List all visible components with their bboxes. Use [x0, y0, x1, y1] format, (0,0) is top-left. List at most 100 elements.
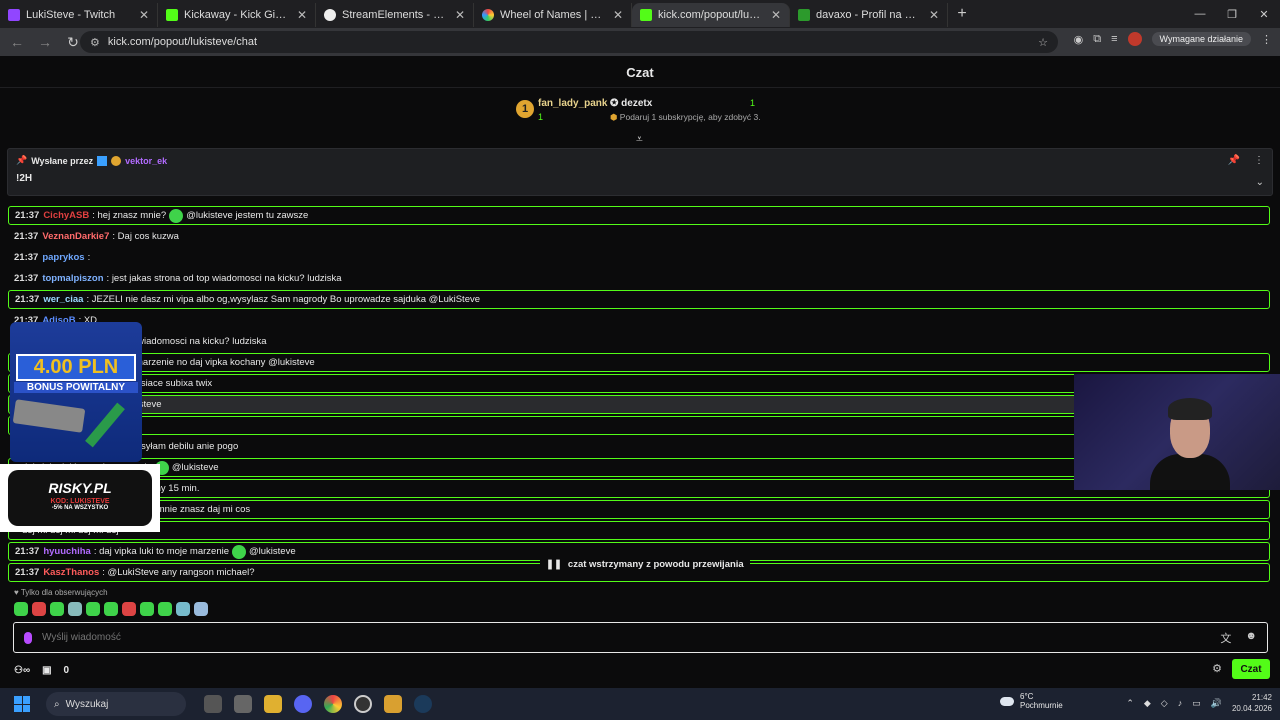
forward-icon[interactable]: →	[36, 34, 54, 50]
gift-box-icon[interactable]: ▣	[42, 665, 51, 676]
tray-app-icon[interactable]: ◆	[1144, 698, 1151, 709]
settings-gear-icon[interactable]: ⚙	[1212, 662, 1222, 675]
chat-message[interactable]: 21:37 AdisoB: XD	[8, 311, 1270, 330]
chat-message[interactable]: 21:37 topmalpiszon: jest jakas strona od …	[8, 269, 1270, 288]
chevron-up-icon[interactable]: ⌃	[1126, 698, 1134, 709]
promo-amount: 4.00 PLN	[16, 354, 136, 381]
tab-twitch[interactable]: LukiSteve - Twitch ✕	[0, 3, 158, 27]
expand-chevron-icon[interactable]: ⌄	[1256, 177, 1264, 188]
chat-message[interactable]: 21:37 VeznanDarkie7: Daj cos kuzwa	[8, 227, 1270, 246]
streamer-hair	[1168, 398, 1212, 420]
emote-icon[interactable]	[68, 602, 82, 616]
emote-icon[interactable]	[14, 602, 28, 616]
reading-list-icon[interactable]: ≡	[1111, 33, 1117, 45]
chrome-icon[interactable]	[324, 695, 342, 713]
chat-paused-notice[interactable]: ❚❚ czat wstrzymany z powodu przewijania	[540, 555, 750, 573]
input-actions: 文 ☻	[1220, 630, 1257, 646]
message-username[interactable]: wer_ciaa	[43, 294, 83, 305]
emote-icon[interactable]	[86, 602, 100, 616]
chat-message[interactable]: 21:37 wer_ciaa: JEZELI nie dasz mi vipa a…	[8, 290, 1270, 309]
message-username[interactable]: hyuuchiha	[43, 546, 91, 557]
message-input[interactable]	[42, 632, 1211, 643]
close-window-icon[interactable]: ✕	[1248, 0, 1280, 28]
tray-app-icon[interactable]: ◇	[1161, 698, 1168, 709]
taskbar-search[interactable]: ⌕ Wyszukaj	[46, 692, 186, 716]
tab-kickaway[interactable]: Kickaway - Kick Giveaway Tool ✕	[158, 3, 316, 27]
tab-wheel-of-names[interactable]: Wheel of Names | Random name ✕	[474, 3, 632, 27]
emote-icon[interactable]	[194, 602, 208, 616]
emoji-icon[interactable]: ☻	[1245, 630, 1257, 646]
discord-icon[interactable]	[294, 695, 312, 713]
weather-widget[interactable]: 6°C Pochmurnie	[1000, 692, 1063, 710]
close-icon[interactable]: ✕	[771, 8, 781, 22]
chat-message[interactable]: 21:37 paprykos:	[8, 248, 1270, 267]
message-text: : @LukiSteve any rangson michael?	[102, 567, 255, 578]
file-explorer-icon[interactable]	[264, 695, 282, 713]
cloud-icon	[1000, 696, 1014, 706]
send-chat-button[interactable]: Czat	[1232, 659, 1270, 679]
tab-streamelements[interactable]: StreamElements - Giveaways ✕	[316, 3, 474, 27]
network-icon[interactable]: ▭	[1192, 698, 1201, 709]
mic-tray-icon[interactable]: ♪	[1178, 698, 1183, 708]
unpin-icon[interactable]: 📌	[1228, 155, 1240, 166]
close-icon[interactable]: ✕	[455, 8, 465, 22]
tab-kick-chat[interactable]: kick.com/popout/lukisteve/chat ✕	[632, 3, 790, 27]
chat-message[interactable]: nasz daj mi cos@lukisteve mnie znasz daj…	[8, 500, 1270, 519]
emote-icon[interactable]	[122, 602, 136, 616]
message-username[interactable]: KaszThanos	[43, 567, 99, 578]
maximize-icon[interactable]: ❐	[1216, 0, 1248, 28]
back-icon[interactable]: ←	[8, 34, 26, 50]
app-icon[interactable]	[234, 695, 252, 713]
message-username[interactable]: VeznanDarkie7	[42, 231, 109, 242]
action-required-button[interactable]: Wymagane działanie	[1151, 32, 1251, 46]
users-infinity-icon[interactable]: ⚇∞	[14, 665, 30, 676]
message-username[interactable]: paprykos	[42, 252, 84, 263]
close-icon[interactable]: ✕	[297, 8, 307, 22]
message-username[interactable]: CichyASB	[43, 210, 89, 221]
emote-icon[interactable]	[176, 602, 190, 616]
avatar[interactable]	[1127, 32, 1142, 46]
minimize-icon[interactable]: —	[1184, 0, 1216, 28]
emote-icon[interactable]	[50, 602, 64, 616]
browser-tab-bar: LukiSteve - Twitch ✕ Kickaway - Kick Give…	[0, 0, 1280, 28]
emote-icon[interactable]	[32, 602, 46, 616]
more-options-icon[interactable]: ⋮	[1254, 155, 1264, 166]
system-tray: ⌃ ◆ ◇ ♪ ▭ 🔊 21:42 20.04.2026	[1126, 692, 1272, 714]
collapse-toggle-icon[interactable]: ⩡	[636, 132, 643, 147]
pinned-user[interactable]: vektor_ek	[125, 156, 167, 166]
obs-icon[interactable]	[354, 695, 372, 713]
translate-icon[interactable]: 文	[1220, 630, 1231, 646]
chat-message[interactable]: dej mi dej mi dej mi dej	[8, 521, 1270, 540]
app-icon[interactable]	[384, 695, 402, 713]
windows-taskbar: ⌕ Wyszukaj 6°C Pochmurnie ⌃ ◆ ◇ ♪ ▭ 🔊 21:4…	[0, 688, 1280, 720]
windows-start-icon[interactable]	[14, 696, 30, 712]
chat-message[interactable]: 21:37 CichyASB: hej znasz mnie? @lukisteve…	[8, 206, 1270, 225]
steam-icon[interactable]	[414, 695, 432, 713]
address-bar[interactable]: ⚙ kick.com/popout/lukisteve/chat ☆	[80, 31, 1058, 53]
chat-message[interactable]: estem blagam cie to mojej marzenie no da…	[8, 353, 1270, 372]
close-icon[interactable]: ✕	[929, 8, 939, 22]
emote-icon[interactable]	[158, 602, 172, 616]
gift-leaderboard: 1 fan_lady_pank 1 ✪ dezetx 1 ⬢ Podaruj 1…	[512, 94, 772, 128]
risky-discount: -5% NA WSZYSTKO	[51, 505, 109, 511]
clock[interactable]: 21:42 20.04.2026	[1232, 692, 1272, 714]
close-icon[interactable]: ✕	[613, 8, 623, 22]
leader-second[interactable]: ✪ dezetx	[610, 98, 652, 109]
emote-icon[interactable]	[104, 602, 118, 616]
menu-icon[interactable]: ⋮	[1261, 33, 1272, 46]
new-tab-button[interactable]: +	[948, 5, 976, 23]
volume-icon[interactable]: 🔊	[1211, 698, 1222, 709]
mic-icon[interactable]	[24, 631, 32, 644]
emote-icon[interactable]	[140, 602, 154, 616]
message-username[interactable]: topmalpiszon	[42, 273, 103, 284]
task-view-icon[interactable]	[204, 695, 222, 713]
extension-icon[interactable]: ◉	[1074, 33, 1084, 46]
site-info-icon[interactable]: ⚙	[90, 36, 100, 49]
tab-kick-profile[interactable]: davaxo - Profil na Kick ✕	[790, 3, 948, 27]
bookmark-star-icon[interactable]: ☆	[1038, 36, 1048, 49]
message-input-box[interactable]: 文 ☻	[13, 622, 1268, 653]
chat-message[interactable]: on: jest jakas strona od top wiadomosci …	[8, 332, 1270, 351]
leader-first-name[interactable]: fan_lady_pank	[538, 98, 607, 109]
puzzle-icon[interactable]: ⧉	[1093, 33, 1101, 46]
close-icon[interactable]: ✕	[139, 8, 149, 22]
